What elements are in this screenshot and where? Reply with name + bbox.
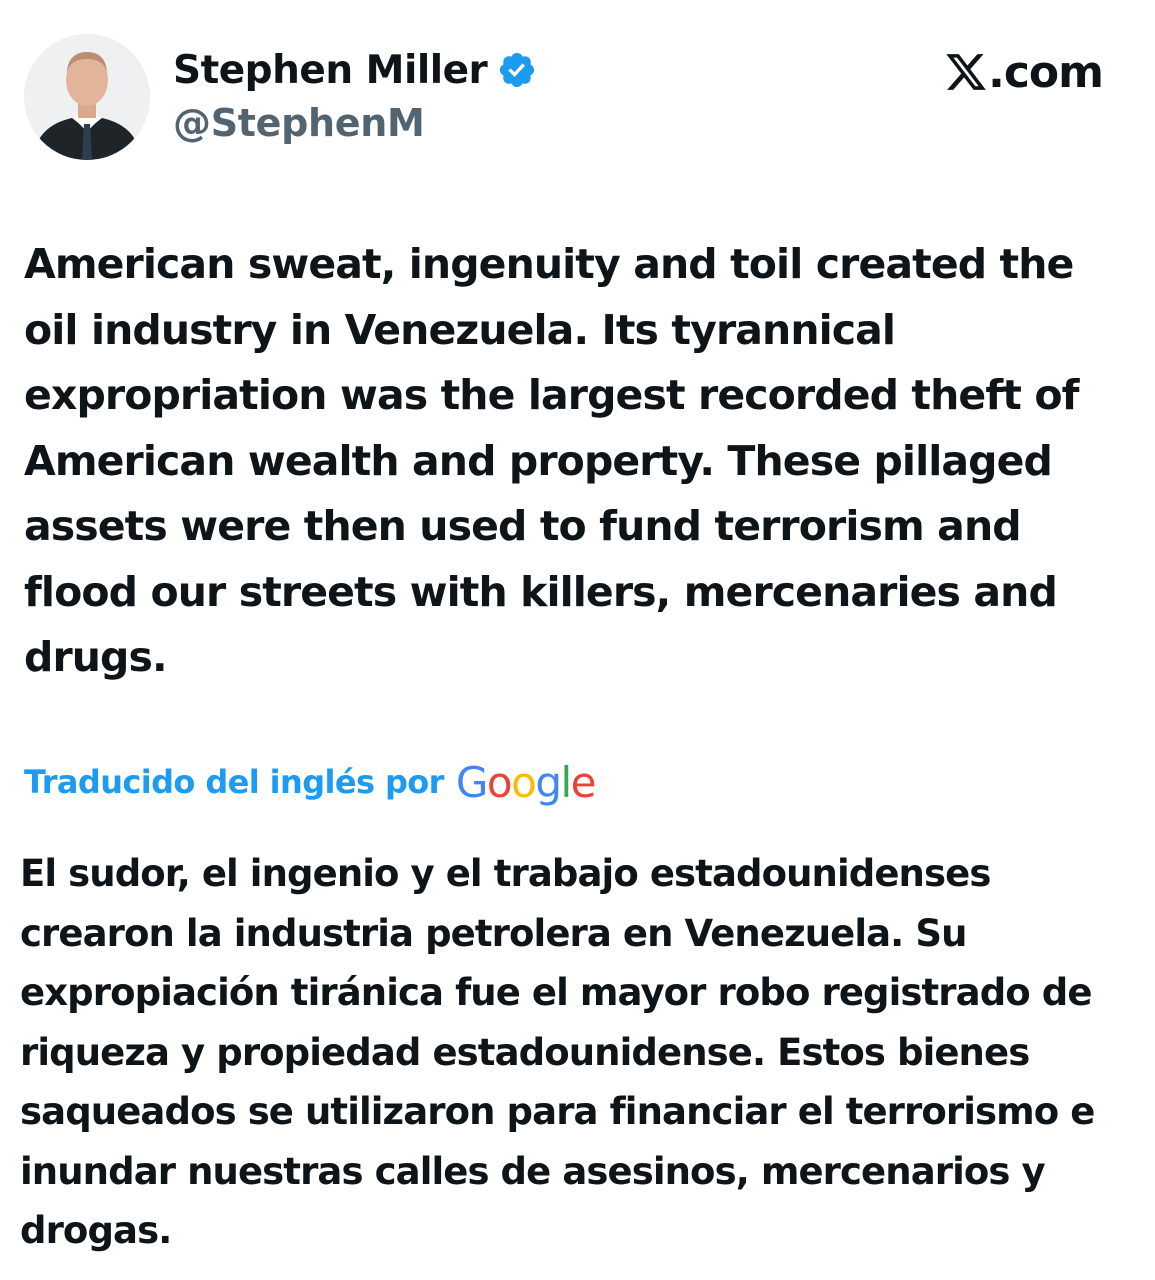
avatar-image — [24, 34, 150, 160]
author-name-row: Stephen Miller — [173, 44, 537, 96]
translation-attribution: Traducido del inglés por Google — [24, 752, 597, 812]
site-domain-label: .com — [988, 46, 1104, 98]
tweet-header: Stephen Miller @StephenM .com — [0, 0, 1155, 170]
site-brand: .com — [944, 44, 1104, 100]
translated-tweet-text: El sudor, el ingenio y el trabajo estado… — [20, 852, 1095, 1252]
author-display-name[interactable]: Stephen Miller — [173, 48, 488, 93]
translated-by-label[interactable]: Traducido del inglés por — [24, 763, 444, 801]
verified-badge-icon — [497, 50, 537, 90]
x-logo-icon — [944, 50, 988, 94]
tweet-text: American sweat, ingenuity and toil creat… — [24, 240, 1079, 681]
avatar[interactable] — [24, 34, 150, 160]
author-handle[interactable]: @StephenM — [173, 101, 425, 145]
google-logo: Google — [455, 757, 597, 807]
